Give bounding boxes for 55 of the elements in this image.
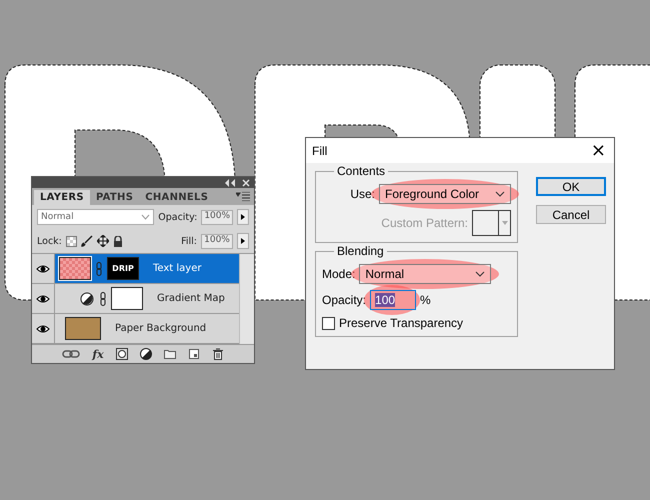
panel-tab[interactable]: PATHS: [90, 190, 140, 205]
adjustment-icon[interactable]: [140, 348, 152, 360]
link-icon[interactable]: [62, 348, 80, 360]
group-legend: Blending: [334, 244, 387, 258]
lock-label: Lock:: [37, 236, 62, 246]
close-button[interactable]: ×: [582, 142, 614, 160]
layer-mask-thumbnail: DRIP: [107, 257, 139, 280]
opacity-input[interactable]: 100: [370, 290, 416, 310]
panel-menu-icon[interactable]: [236, 192, 250, 201]
adjustment-icon[interactable]: [79, 292, 95, 306]
arrow-button-icon[interactable]: [237, 209, 250, 225]
layer-thumbnail: [59, 257, 91, 280]
dropdown[interactable]: Foreground Color: [379, 184, 511, 204]
layer-thumbnail: [65, 317, 101, 340]
panel-tab[interactable]: CHANNELS: [139, 190, 214, 205]
scrollbar[interactable]: [239, 254, 254, 344]
chain-icon[interactable]: [99, 292, 107, 306]
checkbox-label: Preserve Transparency: [339, 316, 464, 330]
chevron-icon[interactable]: [475, 271, 486, 277]
dropdown[interactable]: Normal: [359, 264, 492, 284]
eye-icon[interactable]: [36, 322, 50, 334]
layer-mask-thumbnail: [111, 287, 143, 310]
trash-icon[interactable]: [212, 348, 224, 360]
checkbox[interactable]: [322, 316, 335, 330]
opacity-label: Opacity:: [322, 293, 366, 307]
move-icon[interactable]: [96, 235, 109, 247]
chevron-icon[interactable]: [495, 191, 505, 197]
opacity-label: Opacity:: [158, 212, 198, 222]
fill-label: Fill:: [181, 236, 197, 246]
custom-pattern-label: Custom Pattern:: [381, 216, 468, 230]
brush-icon[interactable]: [80, 235, 93, 247]
layer-row[interactable]: Gradient Map: [32, 284, 239, 314]
pattern-picker[interactable]: [472, 210, 511, 236]
eye-icon[interactable]: [36, 292, 50, 304]
new-layer-icon[interactable]: [188, 348, 200, 360]
cancel-button[interactable]: Cancel: [536, 205, 606, 224]
effects-button[interactable]: fx: [92, 348, 104, 360]
panel-tab[interactable]: LAYERS: [34, 190, 90, 205]
mode-label: Mode:: [322, 267, 356, 281]
folder-icon[interactable]: [164, 348, 176, 360]
close-icon[interactable]: [242, 178, 250, 186]
eye-icon[interactable]: [36, 262, 50, 274]
arrow-button-icon[interactable]: [237, 233, 249, 249]
lock-icon[interactable]: [112, 236, 123, 246]
lock-transparency-icon[interactable]: [66, 236, 77, 246]
fill-field[interactable]: 100%: [201, 234, 233, 248]
group-legend: Contents: [334, 164, 388, 178]
layer-row[interactable]: DRIP Text layer: [32, 254, 239, 284]
dialog-title: Fill: [312, 144, 328, 158]
percent-sign: %: [420, 293, 431, 307]
use-label: Use:: [350, 187, 375, 201]
ok-button[interactable]: OK: [536, 177, 606, 196]
opacity-field[interactable]: 100%: [201, 210, 234, 224]
mask-icon[interactable]: [116, 348, 128, 360]
blend-mode-dropdown[interactable]: Normal: [37, 209, 154, 225]
